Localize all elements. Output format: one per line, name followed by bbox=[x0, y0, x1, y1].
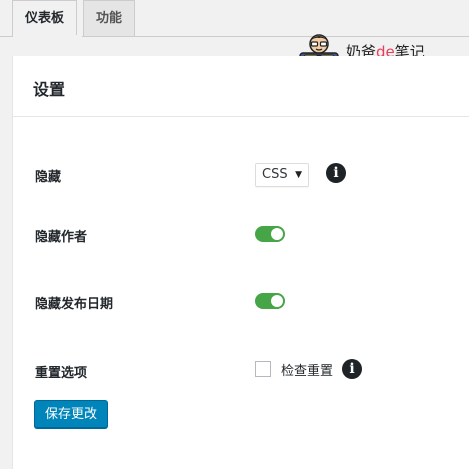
nav-tabs: 仪表板 功能 bbox=[12, 0, 141, 37]
hide-method-value: CSS bbox=[262, 167, 288, 182]
hide-author-label: 隐藏作者 bbox=[35, 230, 88, 245]
toggle-knob bbox=[271, 295, 283, 307]
save-button[interactable]: 保存更改 bbox=[34, 400, 109, 428]
reset-label: 重置选项 bbox=[35, 366, 88, 381]
info-icon[interactable]: i bbox=[342, 359, 362, 379]
chevron-down-icon: ▼ bbox=[295, 170, 302, 180]
tab-dashboard[interactable]: 仪表板 bbox=[12, 0, 78, 37]
panel-divider bbox=[13, 116, 469, 117]
info-icon[interactable]: i bbox=[326, 163, 346, 183]
reset-checkbox[interactable] bbox=[255, 361, 271, 377]
reset-checkbox-label[interactable]: 检查重置 bbox=[281, 360, 333, 379]
hide-date-toggle[interactable] bbox=[255, 293, 285, 309]
tab-features[interactable]: 功能 bbox=[83, 0, 136, 37]
toggle-knob bbox=[271, 228, 283, 240]
hide-date-label: 隐藏发布日期 bbox=[35, 297, 114, 312]
hide-author-toggle[interactable] bbox=[255, 226, 285, 242]
settings-panel: 设置 隐藏 CSS ▼ i 隐藏作者 隐藏发布日期 重置选项 检查重置 i 保存… bbox=[12, 56, 469, 469]
active-tab-cover bbox=[13, 35, 82, 37]
hide-label: 隐藏 bbox=[35, 170, 62, 185]
panel-title: 设置 bbox=[33, 80, 66, 99]
hide-method-select[interactable]: CSS ▼ bbox=[255, 163, 309, 187]
